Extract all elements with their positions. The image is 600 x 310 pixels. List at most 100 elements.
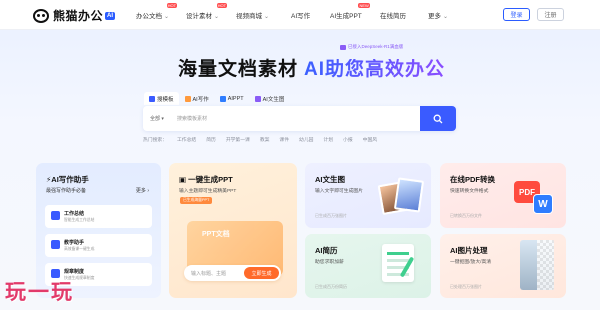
ppt-topic-input[interactable]: 输入标题、主题 立即生成 — [184, 265, 281, 281]
nav-badge: NEW — [358, 3, 370, 8]
hot-search-link[interactable]: 小报 — [343, 136, 353, 143]
tab-icon — [184, 95, 191, 102]
panda-logo-icon — [33, 8, 49, 23]
card-title: AI简历 — [315, 246, 338, 255]
card-meta: 已生成百万份简历 — [315, 284, 347, 289]
hot-search-link[interactable]: 教案 — [260, 136, 270, 143]
search-tab-label: AI写作 — [192, 96, 209, 103]
chevron-down-icon: ⌄ — [443, 14, 449, 20]
nav-badge: HOT — [216, 3, 228, 8]
chevron-down-icon: ⌄ — [214, 14, 220, 20]
write-item-title: 工作总结 — [64, 211, 85, 217]
document-icon — [51, 211, 60, 220]
write-item-teaching[interactable]: 教学助手 高效备课一键生成 — [45, 234, 152, 257]
search-tab-label: AI文生图 — [262, 96, 285, 103]
hot-search-link[interactable]: 开学第一课 — [226, 136, 250, 143]
search-tab-2[interactable]: AIPPT — [215, 92, 249, 105]
chevron-down-icon: ⌄ — [164, 14, 170, 20]
search-scope-select[interactable]: 全部 ▾ — [150, 115, 164, 122]
card-meta: 已处理百万张图片 — [450, 284, 482, 289]
hot-search-link[interactable]: 计划 — [323, 136, 333, 143]
hot-search-link[interactable]: 课件 — [279, 136, 289, 143]
headline-ai: AI助您高效办公 — [304, 59, 446, 80]
hot-search-link[interactable]: 中国风 — [363, 136, 377, 143]
promo-banner[interactable]: 已接入DeepSeek-R1满血版 — [340, 44, 403, 50]
write-item-summary[interactable]: 工作总结 智能生成工作总结 — [45, 205, 152, 228]
nav-item-label: 在线简历 — [380, 13, 406, 20]
logo-text: 熊猫办公 — [53, 9, 104, 23]
search-tab-label: 搜模板 — [157, 96, 174, 103]
ai-ppt-card[interactable]: ▣ 一键生成PPT 输入主题即可生成精美PPT 已生成海量PPT PPT文档 输… — [169, 163, 297, 298]
nav-item-label: AI写作 — [291, 13, 311, 20]
register-button[interactable]: 注册 — [537, 8, 564, 21]
top-navbar: 熊猫办公 AI 办公文档 ⌄ HOT 设计素材 ⌄ HOT 视频商城 ⌄ AI写作 AI生成PPT… — [0, 0, 600, 30]
search-tab-1[interactable]: AI写作 — [180, 92, 214, 105]
nav-item-label: 设计素材 — [186, 13, 212, 20]
chevron-down-icon: ⌄ — [264, 14, 270, 20]
nav-item-5[interactable]: 在线简历 — [380, 10, 406, 20]
card-title: ⚡AI写作助手 — [46, 175, 89, 184]
search-button[interactable] — [420, 106, 456, 131]
teacher-icon — [51, 240, 60, 249]
card-meta: 已生成百万张图片 — [315, 213, 347, 218]
search-box: 全部 ▾ 搜索模板素材 — [143, 106, 456, 131]
search-tab-3[interactable]: AI文生图 — [250, 92, 290, 105]
card-title: AI文生图 — [315, 175, 345, 184]
search-input[interactable]: 搜索模板素材 — [177, 115, 207, 122]
nav-item-0[interactable]: 办公文档 ⌄ HOT — [136, 3, 178, 20]
nav-item-1[interactable]: 设计素材 ⌄ HOT — [186, 3, 228, 20]
logo-ai-badge: AI — [105, 11, 116, 20]
hot-search-label: 热门搜索： — [143, 138, 167, 143]
nav-item-label: 办公文档 — [136, 13, 162, 20]
hot-searches: 热门搜索： 工作总结 简历 开学第一课 教案 课件 幼儿园 计划 小报 中国风 — [143, 136, 387, 143]
tab-icon — [254, 95, 261, 102]
nav-item-label: 视频商城 — [236, 13, 262, 20]
nav-item-label: AI生成PPT — [330, 13, 362, 20]
login-button[interactable]: 登录 — [503, 8, 530, 21]
nav-item-3[interactable]: AI写作 — [291, 10, 310, 20]
site-logo[interactable]: 熊猫办公 AI — [33, 7, 116, 24]
card-subtitle: 快速转换文件格式 — [450, 189, 489, 194]
nav-item-6[interactable]: 更多 ⌄ — [428, 10, 448, 20]
card-subtitle: 助您求职加薪 — [315, 260, 344, 265]
write-item-desc: 高效备课一键生成 — [64, 247, 95, 251]
card-subtitle: 最强写作助手必备 — [46, 188, 87, 194]
search-tabs: 搜模板 AI写作 AIPPT AI文生图 — [144, 92, 290, 105]
hot-search-link[interactable]: 工作总结 — [177, 136, 196, 143]
nav-item-2[interactable]: 视频商城 ⌄ — [236, 10, 269, 20]
hot-search-link[interactable]: 简历 — [206, 136, 216, 143]
promo-text: 已接入DeepSeek-R1满血版 — [348, 44, 404, 49]
nav-item-4[interactable]: AI生成PPT NEW — [330, 3, 370, 20]
watermark: 玩一玩 — [5, 281, 74, 304]
ai-image-card[interactable]: AI文生图 输入文字即可生成图片 已生成百万张图片 — [305, 163, 431, 228]
more-link[interactable]: 更多 › — [136, 187, 149, 194]
cutout-image-icon — [520, 240, 554, 290]
hero-headline: 海量文档素材 AI助您高效办公 — [178, 54, 445, 81]
headline-main: 海量文档素材 — [178, 59, 299, 80]
generate-ppt-button[interactable]: 立即生成 — [244, 267, 279, 279]
write-item-title: 教学助手 — [64, 240, 85, 246]
ppt-illus-text: PPT文档 — [202, 231, 230, 238]
ai-resume-card[interactable]: AI简历 助您求职加薪 已生成百万份简历 — [305, 234, 431, 298]
promo-icon — [340, 44, 346, 50]
ppt-input-placeholder: 输入标题、主题 — [191, 271, 227, 277]
search-icon — [433, 114, 443, 123]
card-title: ▣ 一键生成PPT — [179, 175, 233, 184]
card-title: 在线PDF转换 — [450, 175, 495, 184]
card-title: AI图片处理 — [450, 246, 488, 255]
ai-image-process-card[interactable]: AI图片处理 一键抠图/放大/高清 已处理百万张图片 — [440, 234, 566, 298]
write-item-title: 规章制度 — [64, 269, 85, 275]
card-subtitle: 一键抠图/放大/高清 — [450, 260, 492, 265]
tab-icon — [149, 95, 155, 102]
pdf-convert-card[interactable]: 在线PDF转换 快速转换文件格式 已转换百万份文件 PDF W — [440, 163, 566, 228]
photos-icon — [377, 177, 425, 221]
card-subtitle: 输入文字即可生成图片 — [315, 189, 363, 194]
search-tab-0[interactable]: 搜模板 — [144, 92, 179, 105]
write-item-desc: 智能生成工作总结 — [64, 218, 95, 222]
card-meta: 已转换百万份文件 — [450, 213, 482, 218]
ppt-stat-tag: 已生成海量PPT — [180, 197, 213, 204]
tab-icon — [219, 95, 226, 102]
hot-search-link[interactable]: 幼儿园 — [299, 136, 313, 143]
nav-badge: HOT — [166, 3, 178, 8]
nav-item-label: 更多 — [428, 13, 441, 20]
